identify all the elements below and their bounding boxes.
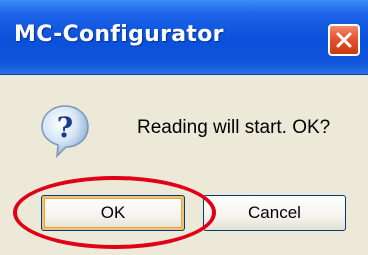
question-icon: ? — [41, 105, 89, 158]
ok-button[interactable]: OK — [41, 195, 185, 231]
message-dialog: MC-Configurator ? Reading will start. OK… — [0, 0, 368, 255]
svg-text:?: ? — [57, 111, 73, 144]
close-icon — [336, 32, 352, 48]
title-bar[interactable]: MC-Configurator — [0, 0, 368, 75]
close-button[interactable] — [328, 24, 360, 56]
cancel-button[interactable]: Cancel — [203, 195, 346, 231]
window-title: MC-Configurator — [14, 22, 224, 47]
dialog-message: Reading will start. OK? — [137, 117, 331, 138]
